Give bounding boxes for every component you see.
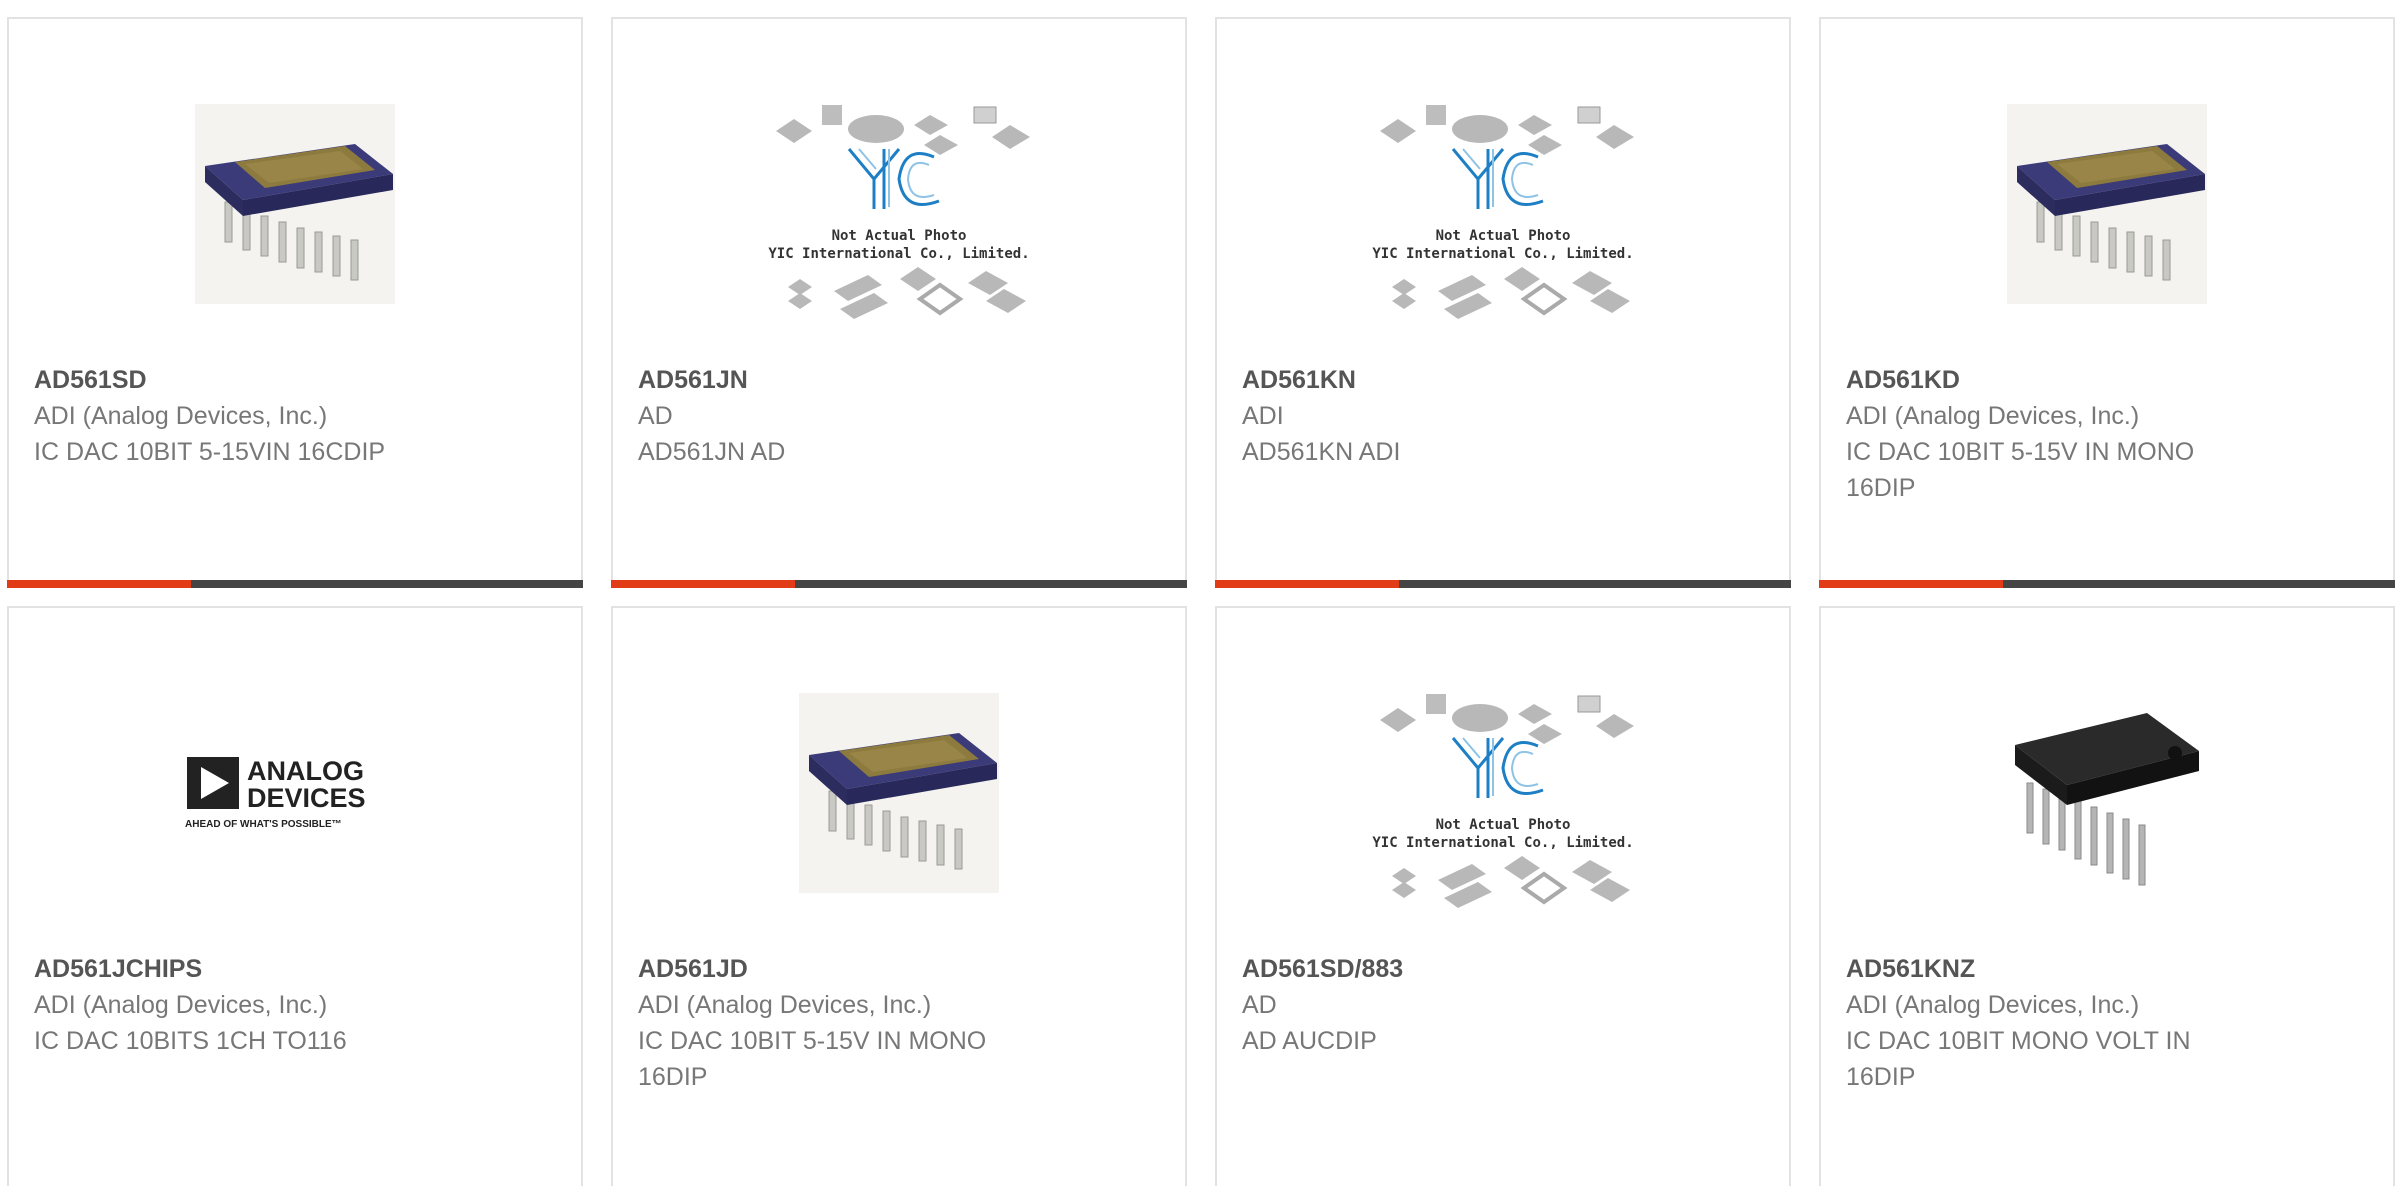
part-number[interactable]: AD561KN <box>1242 362 1764 398</box>
description: IC DAC 10BIT MONO VOLT IN 16DIP <box>1846 1027 2191 1091</box>
manufacturer: ADI (Analog Devices, Inc.) <box>34 402 328 430</box>
logo-line1: ANALOG <box>247 756 364 786</box>
placeholder-line2: YIC International Co., Limited. <box>1372 246 1634 262</box>
manufacturer: ADI (Analog Devices, Inc.) <box>1846 402 2140 430</box>
not-actual-photo-placeholder: Not Actual Photo YIC International Co., L… <box>1368 668 1638 918</box>
product-card[interactable]: AD561SD ADI (Analog Devices, Inc.) IC DA… <box>7 17 583 588</box>
product-image[interactable] <box>1821 79 2393 329</box>
not-actual-photo-placeholder: Not Actual Photo YIC International Co., L… <box>764 79 1034 329</box>
card-accent-bar <box>7 580 583 588</box>
placeholder-line1: Not Actual Photo <box>1435 817 1571 833</box>
product-card[interactable]: Not Actual Photo YIC International Co., L… <box>611 17 1187 588</box>
product-image[interactable] <box>1821 668 2393 918</box>
part-number[interactable]: AD561JN <box>638 362 1160 398</box>
manufacturer: ADI <box>1242 402 1284 430</box>
plastic-dip-chip-image <box>2007 693 2207 893</box>
product-image[interactable]: Not Actual Photo YIC International Co., L… <box>1217 668 1789 918</box>
card-accent-bar <box>1215 580 1791 588</box>
description: IC DAC 10BITS 1CH TO116 <box>34 1027 347 1055</box>
ceramic-dip-chip-image <box>2007 104 2207 304</box>
part-number[interactable]: AD561KD <box>1846 362 2368 398</box>
product-image[interactable]: ANALOG DEVICES AHEAD OF WHAT'S POSSIBLE™ <box>9 668 581 918</box>
manufacturer: ADI (Analog Devices, Inc.) <box>1846 991 2140 1019</box>
placeholder-line1: Not Actual Photo <box>831 228 967 244</box>
description: IC DAC 10BIT 5-15V IN MONO 16DIP <box>638 1027 987 1091</box>
card-accent-bar <box>1819 580 2395 588</box>
product-image[interactable]: Not Actual Photo YIC International Co., L… <box>1217 79 1789 329</box>
placeholder-line2: YIC International Co., Limited. <box>768 246 1030 262</box>
product-card[interactable]: AD561KNZ ADI (Analog Devices, Inc.) IC D… <box>1819 606 2395 1186</box>
part-number[interactable]: AD561JCHIPS <box>34 951 556 987</box>
product-card[interactable]: ANALOG DEVICES AHEAD OF WHAT'S POSSIBLE™… <box>7 606 583 1186</box>
description: IC DAC 10BIT 5-15VIN 16CDIP <box>34 438 386 466</box>
manufacturer: ADI (Analog Devices, Inc.) <box>34 991 328 1019</box>
description: AD561JN AD <box>638 438 786 466</box>
placeholder-line2: YIC International Co., Limited. <box>1372 835 1634 851</box>
product-image[interactable] <box>9 79 581 329</box>
logo-tagline: AHEAD OF WHAT'S POSSIBLE™ <box>185 819 342 830</box>
manufacturer: ADI (Analog Devices, Inc.) <box>638 991 932 1019</box>
product-card[interactable]: Not Actual Photo YIC International Co., L… <box>1215 17 1791 588</box>
card-accent-bar <box>611 580 1187 588</box>
ceramic-dip-chip-image <box>195 104 395 304</box>
part-number[interactable]: AD561KNZ <box>1846 951 2368 987</box>
product-card[interactable]: AD561KD ADI (Analog Devices, Inc.) IC DA… <box>1819 17 2395 588</box>
manufacturer: AD <box>1242 991 1277 1019</box>
product-grid: AD561SD ADI (Analog Devices, Inc.) IC DA… <box>0 0 2400 1186</box>
part-number[interactable]: AD561SD/883 <box>1242 951 1764 987</box>
part-number[interactable]: AD561JD <box>638 951 1160 987</box>
analog-devices-logo: ANALOG DEVICES AHEAD OF WHAT'S POSSIBLE™ <box>185 753 405 833</box>
description: IC DAC 10BIT 5-15V IN MONO 16DIP <box>1846 438 2195 502</box>
product-image[interactable] <box>613 668 1185 918</box>
description: AD AUCDIP <box>1242 1027 1377 1055</box>
product-card[interactable]: AD561JD ADI (Analog Devices, Inc.) IC DA… <box>611 606 1187 1186</box>
product-card[interactable]: Not Actual Photo YIC International Co., L… <box>1215 606 1791 1186</box>
manufacturer: AD <box>638 402 673 430</box>
not-actual-photo-placeholder: Not Actual Photo YIC International Co., L… <box>1368 79 1638 329</box>
description: AD561KN ADI <box>1242 438 1401 466</box>
product-image[interactable]: Not Actual Photo YIC International Co., L… <box>613 79 1185 329</box>
placeholder-line1: Not Actual Photo <box>1435 228 1571 244</box>
ceramic-dip-chip-image <box>799 693 999 893</box>
part-number[interactable]: AD561SD <box>34 362 556 398</box>
logo-line2: DEVICES <box>247 783 366 813</box>
